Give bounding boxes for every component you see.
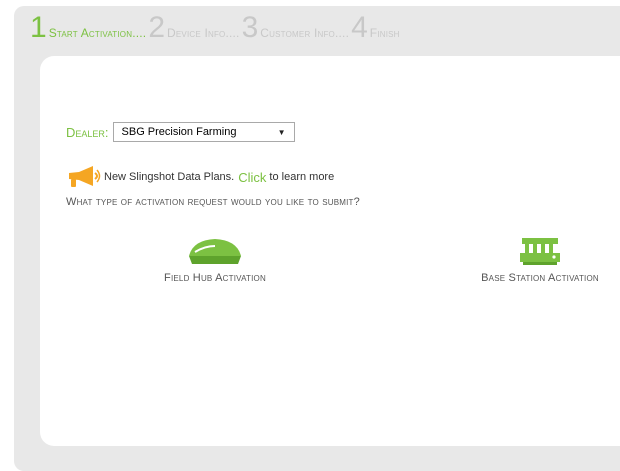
step-number: 2 <box>148 11 166 44</box>
dealer-row: Dealer: SBG Precision Farming ▼ <box>66 122 295 142</box>
step-label: Device Info.... <box>167 26 240 40</box>
step-finish: 4 Finish <box>351 12 400 44</box>
field-hub-icon <box>189 239 241 264</box>
promo-row: New Slingshot Data Plans. Click to learn… <box>66 164 334 190</box>
field-hub-label: Field Hub Activation <box>164 272 266 284</box>
field-hub-activation-button[interactable]: Field Hub Activation <box>140 234 290 284</box>
step-label: Customer Info.... <box>260 26 350 40</box>
base-station-activation-button[interactable]: Base Station Activation <box>460 234 620 284</box>
promo-text-suffix: to learn more <box>269 171 335 183</box>
step-customer-info: 3 Customer Info.... <box>242 12 350 44</box>
learn-more-link[interactable]: Click <box>238 170 266 185</box>
step-number: 4 <box>351 11 368 44</box>
step-label: Finish <box>369 26 400 40</box>
base-station-icon <box>520 238 560 265</box>
content-panel: Dealer: SBG Precision Farming ▼ New Slin… <box>40 56 620 446</box>
promo-text: New Slingshot Data Plans. <box>104 171 235 183</box>
dealer-select[interactable]: SBG Precision Farming ▼ <box>112 122 295 142</box>
dealer-label: Dealer: <box>66 124 109 140</box>
step-indicator: 1 Start Activation.... 2 Device Info....… <box>30 12 402 52</box>
step-start-activation: 1 Start Activation.... <box>30 12 146 44</box>
dropdown-arrow-icon: ▼ <box>277 127 286 137</box>
step-label: Start Activation.... <box>48 26 147 40</box>
base-station-label: Base Station Activation <box>481 272 599 284</box>
megaphone-icon <box>69 166 101 187</box>
activation-question: What type of activation request would yo… <box>66 196 360 208</box>
step-device-info: 2 Device Info.... <box>148 12 239 44</box>
dealer-select-value: SBG Precision Farming <box>121 126 237 138</box>
step-number: 3 <box>241 11 259 44</box>
step-number: 1 <box>30 11 47 44</box>
